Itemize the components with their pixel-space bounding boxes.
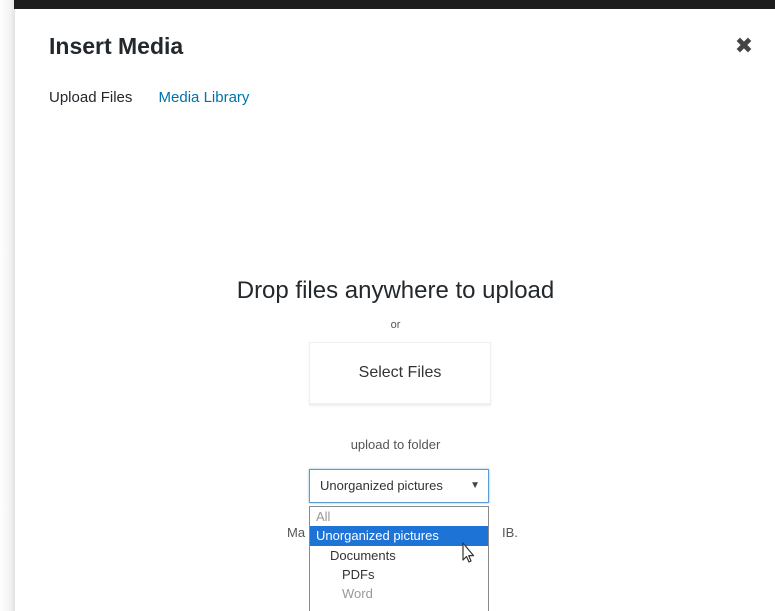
media-tabs: Upload Files Media Library — [49, 89, 271, 106]
tab-upload-files[interactable]: Upload Files — [49, 89, 132, 106]
folder-option-all[interactable]: All — [310, 507, 488, 526]
backdrop-edge — [0, 0, 14, 611]
folder-option-word[interactable]: Word — [310, 584, 488, 603]
max-upload-size-text-start: Ma — [287, 525, 306, 540]
modal-title: Insert Media — [49, 33, 184, 59]
folder-select[interactable]: Unorganized pictures ▼ — [309, 469, 489, 503]
mouse-pointer-icon — [462, 542, 475, 563]
screen: Insert Media ✖ Upload Files Media Librar… — [0, 0, 775, 611]
insert-media-modal: Insert Media ✖ Upload Files Media Librar… — [14, 9, 775, 611]
tab-media-library[interactable]: Media Library — [159, 89, 250, 106]
dropdown-arrow-icon: ▼ — [470, 480, 480, 491]
or-separator: or — [390, 319, 401, 331]
select-files-button[interactable]: Select Files — [309, 342, 491, 404]
close-icon[interactable]: ✖ — [732, 34, 756, 58]
upload-folder-label: upload to folder — [350, 437, 441, 452]
folder-select-value: Unorganized pictures — [320, 478, 443, 493]
drop-zone-title: Drop files anywhere to upload — [236, 277, 555, 304]
modal-top-border — [14, 0, 775, 9]
max-upload-size-text-end: IB. — [502, 525, 518, 540]
